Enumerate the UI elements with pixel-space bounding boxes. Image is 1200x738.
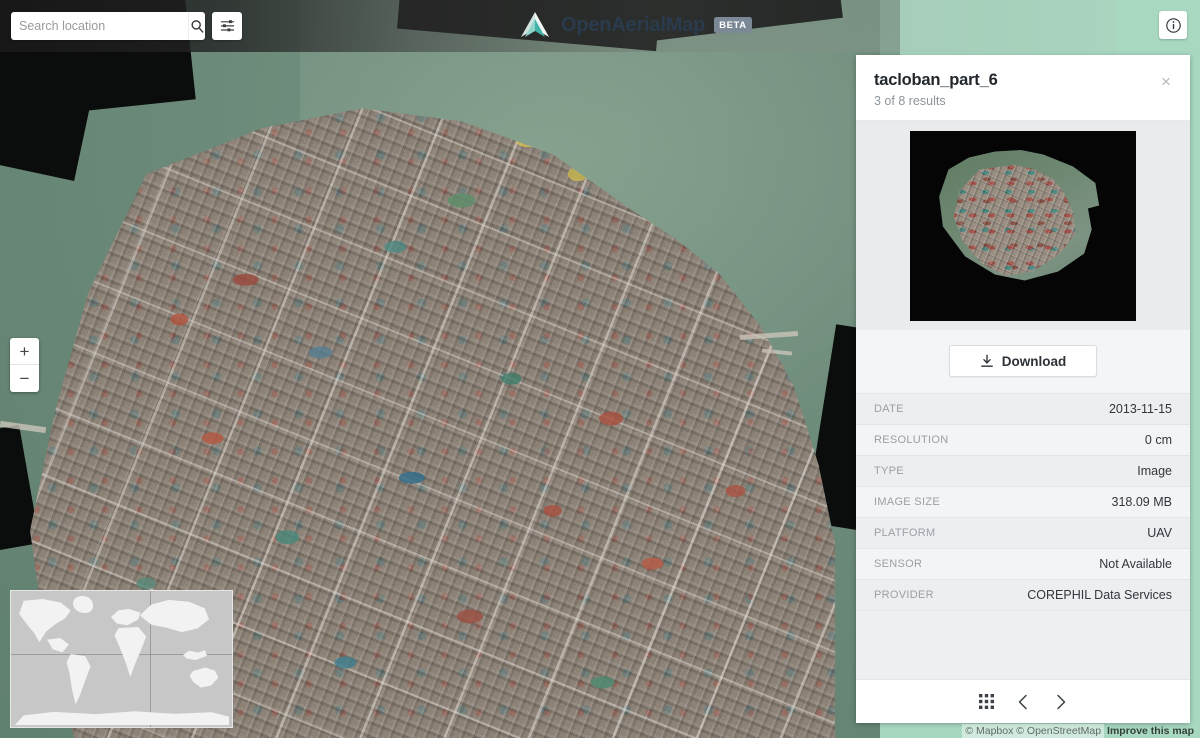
minimap-landmass xyxy=(47,638,69,653)
panel-header: tacloban_part_6 3 of 8 results × xyxy=(856,55,1190,120)
minimap-landmass xyxy=(19,599,71,643)
metadata-row: PLATFORM UAV xyxy=(856,518,1190,549)
zoom-out-button[interactable]: − xyxy=(10,365,39,392)
zoom-controls: + − xyxy=(10,338,39,392)
metadata-value: COREPHIL Data Services xyxy=(1027,588,1172,602)
attribution-text: © Mapbox © OpenStreetMap xyxy=(962,723,1105,738)
metadata-value: 2013-11-15 xyxy=(1108,402,1172,416)
filter-button[interactable] xyxy=(212,12,242,40)
map-attribution: © Mapbox © OpenStreetMap Improve this ma… xyxy=(959,723,1200,738)
search-icon[interactable] xyxy=(188,12,205,40)
improve-map-link[interactable]: Improve this map xyxy=(1104,724,1197,738)
metadata-row: RESOLUTION 0 cm xyxy=(856,425,1190,456)
metadata-key: PLATFORM xyxy=(874,527,936,539)
brand-name: OpenAerialMap xyxy=(561,13,706,36)
panel-footer xyxy=(856,679,1190,723)
metadata-row: PROVIDER COREPHIL Data Services xyxy=(856,580,1190,611)
metadata-key: SENSOR xyxy=(874,558,923,570)
close-icon[interactable]: × xyxy=(1156,71,1176,91)
metadata-key: PROVIDER xyxy=(874,589,934,601)
minimap-landmass xyxy=(111,609,141,626)
minimap-landmass xyxy=(139,599,209,633)
world-minimap[interactable] xyxy=(10,590,233,728)
top-bar: OpenAerialMap BETA xyxy=(0,0,1200,52)
zoom-in-button[interactable]: + xyxy=(10,338,39,365)
download-area: Download xyxy=(856,330,1190,394)
metadata-row: TYPE Image xyxy=(856,456,1190,487)
minimap-landmass xyxy=(15,711,229,725)
chevron-right-icon[interactable] xyxy=(1053,693,1068,711)
search-input[interactable] xyxy=(11,19,188,33)
metadata-row: SENSOR Not Available xyxy=(856,549,1190,580)
info-circle-icon xyxy=(1165,17,1181,33)
minimap-landmass xyxy=(183,650,207,661)
info-button[interactable] xyxy=(1159,11,1187,39)
beta-badge: BETA xyxy=(714,17,752,33)
metadata-value: 0 cm xyxy=(1144,433,1172,447)
metadata-list: DATE 2013-11-15 RESOLUTION 0 cm TYPE Image IMA… xyxy=(856,394,1190,679)
search-area xyxy=(11,12,242,40)
metadata-value: Not Available xyxy=(1099,557,1172,571)
app-root: OpenAerialMap BETA + − xyxy=(0,0,1200,738)
download-icon xyxy=(980,354,993,367)
metadata-value: Image xyxy=(1137,464,1172,478)
metadata-row: IMAGE SIZE 318.09 MB xyxy=(856,487,1190,518)
image-detail-panel: tacloban_part_6 3 of 8 results × Downloa xyxy=(856,55,1190,723)
grid-icon[interactable] xyxy=(978,694,994,709)
image-thumbnail[interactable] xyxy=(910,130,1136,321)
metadata-value: UAV xyxy=(1147,526,1172,540)
sliders-icon xyxy=(220,20,234,32)
metadata-key: RESOLUTION xyxy=(874,434,949,446)
brand[interactable]: OpenAerialMap BETA xyxy=(518,10,752,40)
chevron-left-icon[interactable] xyxy=(1016,693,1031,711)
metadata-key: IMAGE SIZE xyxy=(874,496,940,508)
thumbnail-area xyxy=(856,120,1190,330)
minimap-landmass xyxy=(73,596,93,613)
metadata-row: DATE 2013-11-15 xyxy=(856,394,1190,425)
metadata-value: 318.09 MB xyxy=(1111,495,1172,509)
minimap-landmass xyxy=(189,667,219,688)
minimap-landmass xyxy=(66,654,91,705)
panel-results-count: 3 of 8 results xyxy=(874,94,946,108)
openaerialmap-logo-icon xyxy=(521,12,549,37)
metadata-key: DATE xyxy=(874,403,904,415)
search-box[interactable] xyxy=(11,12,205,40)
download-button[interactable]: Download xyxy=(949,345,1097,377)
download-label: Download xyxy=(1001,353,1067,369)
metadata-key: TYPE xyxy=(874,465,904,477)
panel-title: tacloban_part_6 xyxy=(874,71,998,89)
